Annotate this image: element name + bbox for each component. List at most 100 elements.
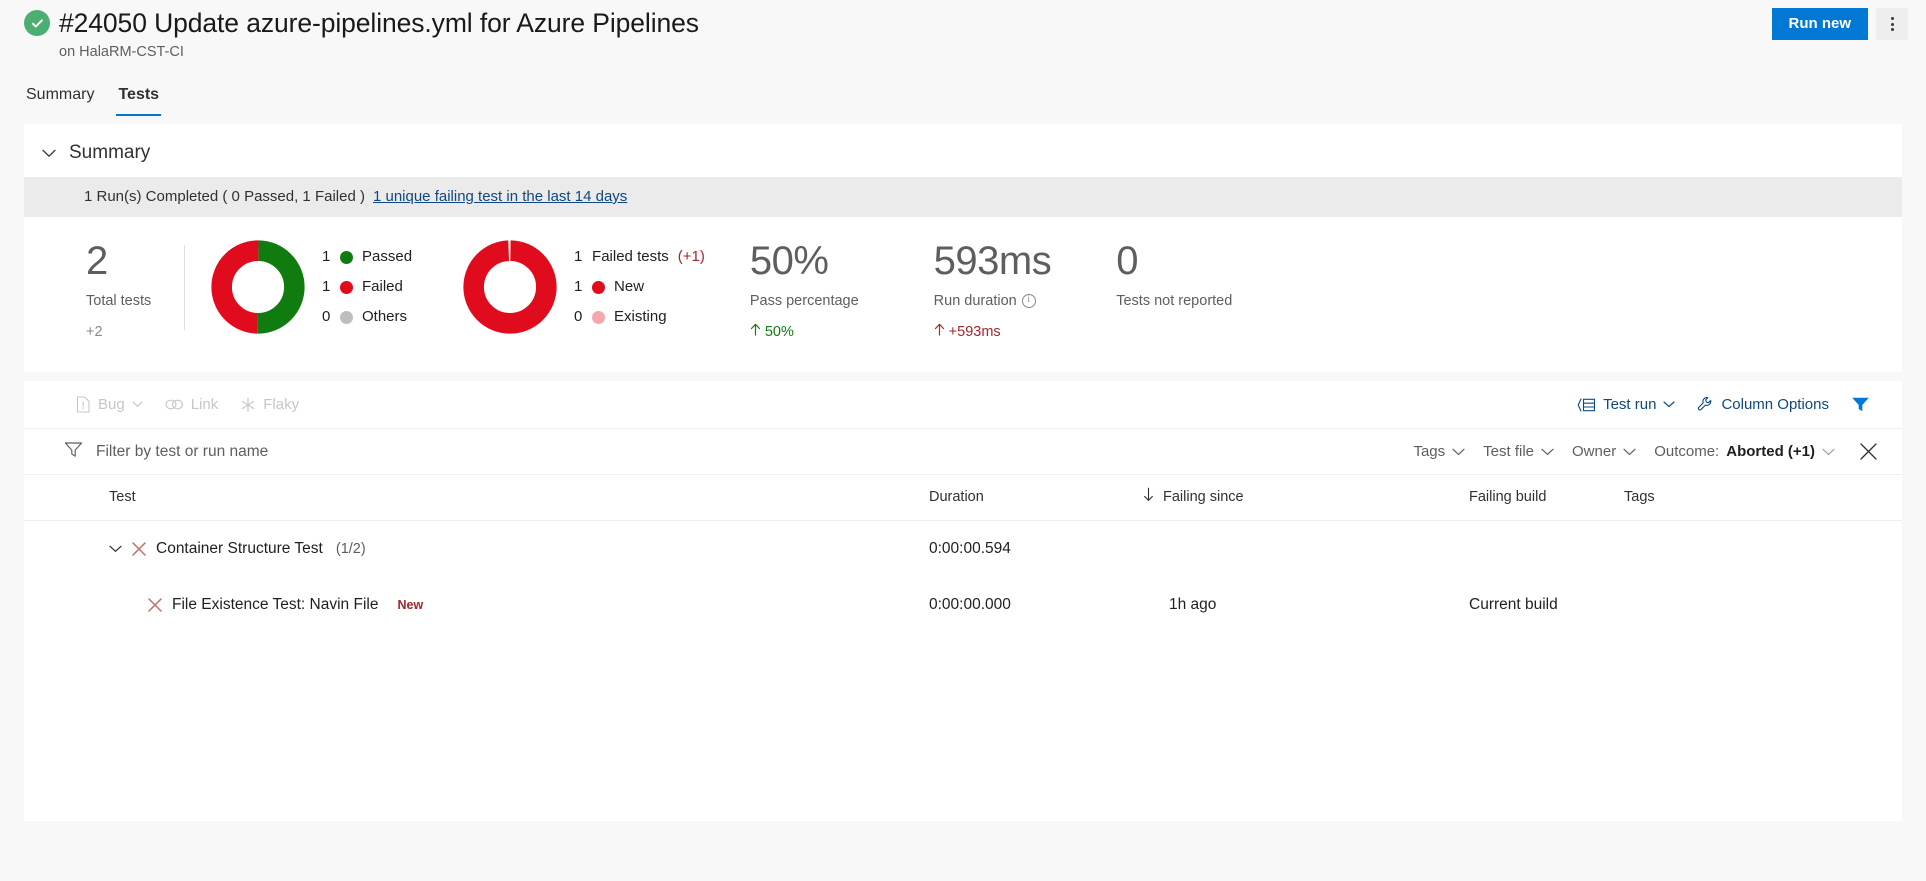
tab-summary[interactable]: Summary [24, 85, 96, 116]
test-run-icon [1577, 397, 1596, 413]
legend-dot-passed [340, 251, 353, 264]
cell-failing-since [1169, 521, 1469, 578]
filter-toggle-button[interactable] [1843, 391, 1878, 418]
failed-tests-donut-chart [462, 239, 558, 335]
info-icon[interactable]: i [1022, 294, 1036, 308]
legend-count: 0 [574, 307, 583, 327]
search-filter-group [64, 441, 1413, 463]
table-row[interactable]: Container Structure Test (1/2) 0:00:00.5… [24, 521, 1902, 578]
outcome-donut-chart [210, 239, 306, 335]
pipeline-subtitle: on HalaRM-CST-CI [59, 42, 699, 62]
legend-label: Others [362, 307, 407, 327]
pass-percentage-value: 50% [750, 239, 859, 283]
link-icon [165, 398, 184, 411]
tab-tests[interactable]: Tests [116, 85, 161, 116]
test-name: Container Structure Test [156, 539, 323, 559]
metric-run-duration: 593ms Run duration i +593ms [859, 239, 1052, 342]
filter-pill-tags[interactable]: Tags [1413, 442, 1465, 462]
column-options-button[interactable]: Column Options [1689, 390, 1837, 420]
x-failed-icon [147, 597, 163, 613]
results-toolbar: Bug Link Flaky [24, 381, 1902, 429]
legend-count: 0 [322, 307, 331, 327]
legend-item: 0 Existing [574, 307, 705, 327]
run-duration-label: Run duration i [934, 292, 1052, 311]
outcome-legend: 1 Passed 1 Failed 0 Others [322, 247, 412, 327]
table-row[interactable]: File Existence Test: Navin File New 0:00… [24, 577, 1902, 633]
total-tests-value: 2 [86, 239, 184, 283]
toolbar-left-actions: Bug Link Flaky [68, 390, 307, 420]
legend-count: 1 [322, 277, 331, 297]
filter-pill-test-file[interactable]: Test file [1483, 442, 1554, 462]
chevron-down-icon[interactable] [109, 545, 122, 553]
table-body: Container Structure Test (1/2) 0:00:00.5… [24, 521, 1902, 634]
cell-failing-build [1469, 521, 1624, 578]
x-failed-icon [131, 541, 147, 557]
link-button[interactable]: Link [157, 390, 227, 420]
tab-bar: Summary Tests [0, 72, 1926, 116]
test-results-card: Bug Link Flaky [24, 381, 1902, 821]
column-header-tags[interactable]: Tags [1624, 475, 1902, 521]
filter-pill-outcome[interactable]: Outcome: Aborted (+1) [1654, 442, 1835, 462]
legend-dot-new [592, 281, 605, 294]
cell-tags [1624, 577, 1902, 633]
legend-label: New [614, 277, 644, 297]
cell-test: Container Structure Test (1/2) [24, 521, 929, 578]
link-label: Link [191, 395, 219, 415]
filter-bar: Tags Test file Owner Outcome: Aborted ( [24, 429, 1902, 475]
flaky-asterisk-icon [240, 397, 256, 413]
legend-item: 1 Passed [322, 247, 412, 267]
failed-tests-count: 1 [574, 247, 583, 267]
run-status-bar: 1 Run(s) Completed ( 0 Passed, 1 Failed … [24, 177, 1902, 217]
chevron-down-icon [132, 401, 143, 408]
chevron-down-icon [1623, 442, 1636, 462]
test-run-button[interactable]: Test run [1569, 390, 1683, 420]
run-duration-label-text: Run duration [934, 293, 1017, 309]
header-left: #24050 Update azure-pipelines.yml for Az… [24, 6, 699, 62]
search-input[interactable] [94, 441, 424, 463]
cell-test: File Existence Test: Navin File New [24, 577, 929, 633]
failing-tests-link[interactable]: 1 unique failing test in the last 14 day… [373, 187, 627, 207]
not-reported-label: Tests not reported [1116, 292, 1232, 311]
page-header: #24050 Update azure-pipelines.yml for Az… [0, 0, 1926, 72]
legend-item: 0 Others [322, 307, 412, 327]
cell-duration: 0:00:00.594 [929, 521, 1169, 578]
clear-filters-button[interactable] [1853, 442, 1878, 461]
filter-pill-owner[interactable]: Owner [1572, 442, 1636, 462]
column-header-failing-build[interactable]: Failing build [1469, 475, 1624, 521]
column-header-test[interactable]: Test [24, 475, 929, 521]
arrow-up-icon [934, 323, 945, 342]
legend-count: 1 [574, 277, 583, 297]
test-name: File Existence Test: Navin File [172, 595, 378, 615]
toolbar-right-actions: Test run Column Options [1569, 390, 1878, 420]
test-run-label: Test run [1603, 395, 1656, 415]
column-header-failing-since[interactable]: Failing since [1169, 475, 1469, 521]
summary-title: Summary [69, 141, 150, 165]
legend-label: Passed [362, 247, 412, 267]
close-icon [1859, 442, 1878, 461]
run-duration-value: 593ms [934, 239, 1052, 283]
legend-count: 1 [322, 247, 331, 267]
outcome-donut-group: 1 Passed 1 Failed 0 Others [185, 239, 412, 335]
filter-funnel-icon [64, 441, 83, 463]
filter-pill-outcome-value: Aborted (+1) [1726, 442, 1815, 462]
table-header-row: Test Duration Failing since Failing buil… [24, 475, 1902, 521]
metric-tests-not-reported: 0 Tests not reported [1051, 239, 1232, 311]
chevron-down-icon [1663, 401, 1675, 408]
cell-tags [1624, 521, 1902, 578]
summary-collapse-toggle[interactable]: Summary [24, 124, 1902, 177]
bug-button[interactable]: Bug [68, 390, 151, 420]
more-vertical-icon[interactable] [1876, 8, 1908, 40]
pass-percentage-delta-value: 50% [765, 323, 794, 342]
legend-label: Existing [614, 307, 667, 327]
run-duration-delta-value: +593ms [949, 323, 1001, 342]
flaky-button[interactable]: Flaky [232, 390, 307, 420]
filter-pill-label: Owner [1572, 442, 1616, 462]
column-header-duration[interactable]: Duration [929, 475, 1169, 521]
summary-card: Summary 1 Run(s) Completed ( 0 Passed, 1… [24, 124, 1902, 372]
run-new-button[interactable]: Run new [1772, 8, 1869, 40]
table-header: Test Duration Failing since Failing buil… [24, 475, 1902, 521]
pass-percentage-label: Pass percentage [750, 292, 859, 311]
run-status-text: 1 Run(s) Completed ( 0 Passed, 1 Failed … [84, 187, 365, 207]
flaky-label: Flaky [263, 395, 299, 415]
chevron-down-icon [1541, 442, 1554, 462]
